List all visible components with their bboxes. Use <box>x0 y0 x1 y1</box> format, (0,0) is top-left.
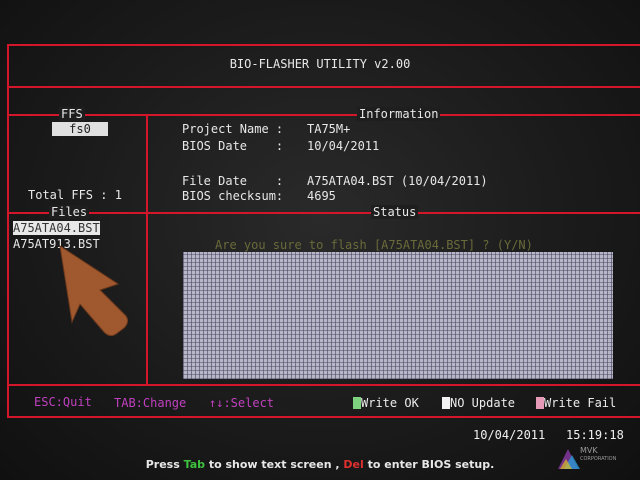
info-key-bios-checksum: BIOS checksum: <box>182 189 284 203</box>
frame-mid-divider <box>7 212 640 214</box>
frame-top <box>7 44 640 46</box>
help-esc-quit: ESC:Quit <box>34 395 92 409</box>
total-ffs: Total FFS : 1 <box>28 188 122 202</box>
legend-write-fail: Write Fail <box>544 396 617 410</box>
info-value-file-date: A75ATA04.BST (10/04/2011) <box>307 174 488 188</box>
frame-title-divider <box>7 86 640 88</box>
current-time: 15:19:18 <box>566 428 624 442</box>
legend-swatch-write-ok <box>353 397 361 409</box>
info-key-project-name: Project Name : <box>182 122 284 136</box>
info-value-bios-date: 10/04/2011 <box>307 139 380 153</box>
hint-text-show-text-screen: to show text screen , <box>208 458 340 471</box>
legend-swatch-write-fail <box>536 397 544 409</box>
ffs-selector[interactable]: fs0 <box>52 122 108 136</box>
frame-help-divider <box>7 384 640 386</box>
info-key-bios-date: BIOS Date : <box>182 139 284 153</box>
logo-name: MVK <box>580 446 598 455</box>
frame-bottom <box>7 416 640 418</box>
current-date: 10/04/2011 <box>473 428 546 442</box>
hint-text-press: Press <box>145 458 180 471</box>
frame-info-divider <box>7 114 640 116</box>
info-value-project-name: TA75M+ <box>307 122 351 136</box>
info-key-file-date: File Date : <box>182 174 284 188</box>
help-tab-change: TAB:Change <box>114 396 187 410</box>
bios-screen: BIO-FLASHER UTILITY v2.00 FFS fs0 Total … <box>0 0 640 480</box>
mvk-logo-text: MVK CORPORATION <box>580 446 616 464</box>
frame-left <box>7 44 9 418</box>
info-value-bios-checksum: 4695 <box>307 189 336 203</box>
legend-swatch-no-update <box>442 397 450 409</box>
bios-setup-hint: Press Tab to show text screen , Del to e… <box>0 458 640 471</box>
flash-status-grid <box>183 252 613 379</box>
logo-sub: CORPORATION <box>580 456 617 462</box>
frame-vertical-divider <box>146 114 148 385</box>
legend-no-update: NO Update <box>450 396 516 410</box>
hint-text-enter-bios: to enter BIOS setup. <box>367 458 495 471</box>
files-label: Files <box>49 205 90 219</box>
file-item-a75ata04[interactable]: A75ATA04.BST <box>13 221 100 235</box>
information-label: Information <box>357 107 441 121</box>
help-select: ↑↓:Select <box>209 396 275 410</box>
utility-title: BIO-FLASHER UTILITY v2.00 <box>229 57 411 71</box>
status-label: Status <box>371 205 419 219</box>
hint-key-tab: Tab <box>183 458 205 471</box>
pointer-arrow-icon <box>59 244 129 336</box>
flash-confirm-prompt: Are you sure to flash [A75ATA04.BST] ? (… <box>215 238 533 252</box>
hint-key-del: Del <box>343 458 364 471</box>
legend-write-ok: Write OK <box>361 396 419 410</box>
ffs-label: FFS <box>59 107 85 121</box>
